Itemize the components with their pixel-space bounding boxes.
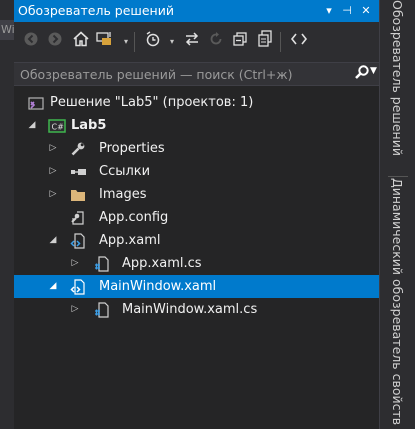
tree-item-label: Lab5: [71, 118, 107, 133]
tree-item-label: MainWindow.xaml.cs: [122, 302, 258, 317]
wrench-icon: [70, 141, 86, 157]
pending-changes-dropdown-icon[interactable]: ▾: [161, 30, 183, 54]
tab-solution-explorer[interactable]: Обозреватель решений: [380, 0, 415, 178]
code-view-icon[interactable]: [288, 30, 310, 54]
expand-icon[interactable]: ▷: [47, 183, 59, 206]
tree-item-main-window[interactable]: ◢ MainWindow.xaml: [14, 275, 379, 298]
close-icon[interactable]: ✕: [358, 0, 374, 22]
xaml-file-icon: [70, 233, 86, 249]
panel-title-bar[interactable]: Обозреватель решений ▾ ⊣ ✕: [14, 0, 379, 22]
left-window-edge: Wi: [0, 0, 14, 429]
left-window-tab[interactable]: Wi: [0, 20, 14, 40]
collapse-icon[interactable]: ◢: [26, 114, 38, 137]
tree-item-properties[interactable]: ▷ Properties: [14, 137, 379, 160]
collapse-all-icon[interactable]: [229, 30, 251, 54]
window-position-dropdown-icon[interactable]: ▾: [321, 0, 337, 22]
xaml-file-icon: [70, 279, 86, 295]
refresh-icon[interactable]: [205, 30, 227, 54]
csharp-file-icon: [94, 256, 110, 272]
collapse-icon[interactable]: ◢: [47, 229, 59, 252]
home-icon[interactable]: [70, 30, 92, 54]
panel-title: Обозреватель решений: [18, 3, 174, 18]
folder-icon: [70, 187, 86, 203]
tab-label: Динамический обозреватель свойств: [390, 178, 405, 426]
references-icon: [70, 164, 86, 180]
tree-item-project[interactable]: ◢ C# Lab5: [14, 114, 379, 137]
expand-icon[interactable]: ▷: [47, 160, 59, 183]
csharp-file-icon: [94, 302, 110, 318]
tree-item-references[interactable]: ▷ Ссылки: [14, 160, 379, 183]
tab-label: Обозреватель решений: [390, 0, 405, 156]
tree-item-label: Решение "Lab5" (проектов: 1): [50, 95, 254, 110]
right-tool-tabs: Обозреватель решений Динамический обозре…: [379, 0, 415, 429]
solution-explorer-toolbar: ▾ ▾: [14, 22, 379, 62]
tree-item-app-xaml-cs[interactable]: ▷ App.xaml.cs: [14, 252, 379, 275]
tab-separator: [388, 176, 408, 177]
solution-explorer-panel: Обозреватель решений ▾ ⊣ ✕ ▾ ▾ Обозреват…: [14, 0, 379, 429]
expand-icon[interactable]: ▷: [47, 137, 59, 160]
tree-item-label: App.config: [99, 210, 169, 225]
solution-search-box: ▼: [14, 62, 379, 86]
tree-item-main-window-cs[interactable]: ▷ MainWindow.xaml.cs: [14, 298, 379, 321]
csharp-project-icon: C#: [48, 118, 66, 134]
search-input[interactable]: [14, 63, 344, 85]
svg-text:C#: C#: [52, 123, 65, 132]
collapse-icon[interactable]: ◢: [47, 275, 59, 298]
expand-icon[interactable]: ▷: [69, 298, 81, 321]
tree-item-app-config[interactable]: App.config: [14, 206, 379, 229]
toolbar-separator: [134, 32, 135, 52]
tree-item-label: App.xaml: [99, 233, 161, 248]
tree-item-solution[interactable]: Решение "Lab5" (проектов: 1): [14, 91, 379, 114]
show-all-files-icon[interactable]: [254, 30, 276, 54]
toolbar-separator: [280, 32, 281, 52]
tree-item-images[interactable]: ▷ Images: [14, 183, 379, 206]
tree-item-label: Images: [99, 187, 147, 202]
sync-icon[interactable]: [181, 30, 203, 54]
tree-item-app-xaml[interactable]: ◢ App.xaml: [14, 229, 379, 252]
solution-icon: [28, 95, 44, 111]
search-icon[interactable]: [354, 64, 370, 86]
expand-icon[interactable]: ▷: [69, 252, 81, 275]
search-options-dropdown-icon[interactable]: ▼: [370, 66, 377, 76]
tree-item-label: Ссылки: [99, 164, 151, 179]
config-file-icon: [70, 210, 86, 226]
switch-views-icon[interactable]: [94, 30, 116, 54]
back-icon[interactable]: [20, 30, 42, 54]
tree-item-label: MainWindow.xaml: [99, 279, 217, 294]
tab-live-property-explorer[interactable]: Динамический обозреватель свойств: [380, 178, 415, 429]
tree-item-label: App.xaml.cs: [122, 256, 202, 271]
forward-icon[interactable]: [44, 30, 66, 54]
auto-hide-pin-icon[interactable]: ⊣: [339, 0, 355, 22]
tree-item-label: Properties: [99, 141, 165, 156]
